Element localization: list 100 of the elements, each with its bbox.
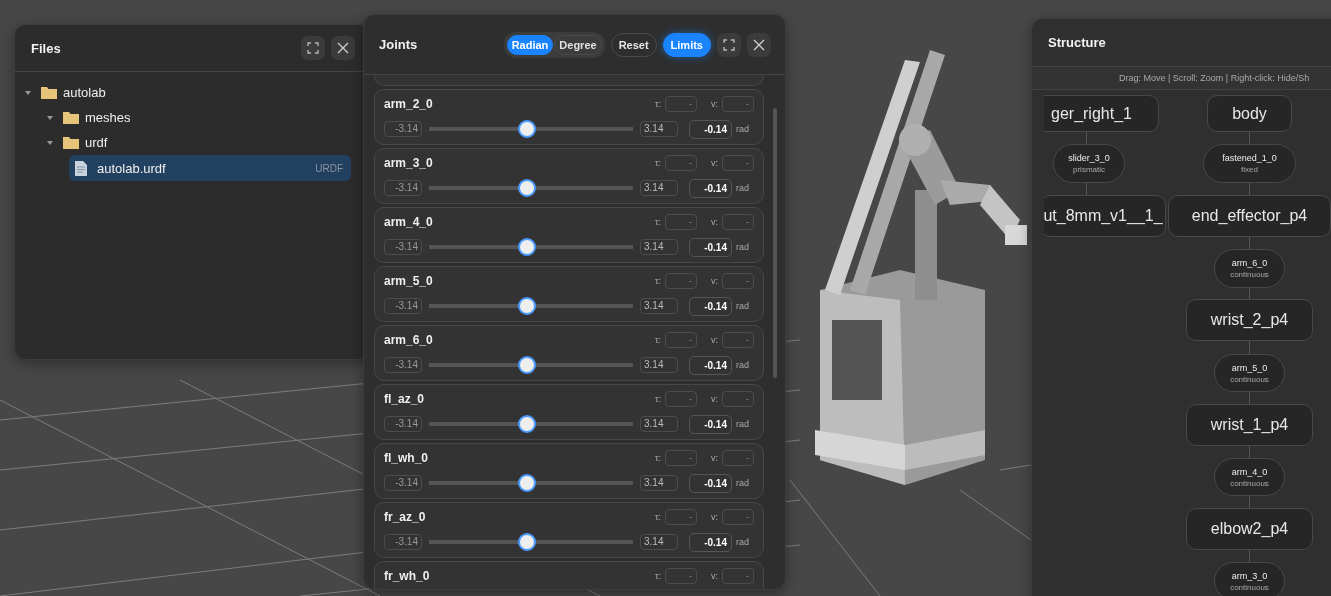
hint-text: Drag: Move | Scroll: Zoom | Right-click: Hide/Sh xyxy=(1032,67,1331,90)
max-limit-field[interactable]: 3.14 xyxy=(640,475,678,491)
max-limit-field[interactable]: 3.14 xyxy=(640,357,678,373)
value-field[interactable]: -0.14 xyxy=(689,355,732,375)
tree-item[interactable]: meshes xyxy=(47,105,351,130)
min-limit-field[interactable]: -3.14 xyxy=(384,298,422,314)
unit-label: rad xyxy=(736,478,749,488)
joint-name: fl_az_0 xyxy=(384,392,425,406)
close-button[interactable] xyxy=(747,32,771,57)
caret-icon xyxy=(47,139,53,146)
folder-icon xyxy=(63,136,79,149)
joint-type: continuous xyxy=(1230,374,1269,384)
max-limit-field[interactable]: 3.14 xyxy=(640,534,678,550)
link-node[interactable]: ger_right_1 xyxy=(1044,95,1159,132)
effort-label: τ: xyxy=(654,99,661,109)
value-field[interactable]: -0.14 xyxy=(689,119,732,139)
effort-label: τ: xyxy=(654,394,661,404)
joint-node-name: arm_5_0 xyxy=(1231,362,1268,373)
max-limit-field[interactable]: 3.14 xyxy=(640,121,678,137)
joint-name: arm_3_0 xyxy=(384,156,433,170)
close-button[interactable] xyxy=(331,36,355,60)
velocity-label: v: xyxy=(711,158,718,168)
joint-name: arm_6_0 xyxy=(384,333,433,347)
slider-thumb[interactable] xyxy=(518,415,537,433)
joint-type: continuous xyxy=(1230,270,1269,279)
joint-name: fl_wh_0 xyxy=(384,451,428,465)
joint-node[interactable]: fastened_1_0 fixed xyxy=(1203,144,1296,183)
min-limit-field[interactable]: -3.14 xyxy=(384,180,422,196)
expand-icon xyxy=(723,38,735,51)
maximize-button[interactable] xyxy=(717,32,741,57)
slider-thumb[interactable] xyxy=(518,474,537,492)
min-limit-field[interactable]: -3.14 xyxy=(384,357,422,373)
joint-node[interactable]: arm_6_0 continuous xyxy=(1214,249,1285,288)
value-field[interactable]: -0.14 xyxy=(689,237,732,257)
unit-label: rad xyxy=(736,419,749,429)
slider-thumb[interactable] xyxy=(518,238,537,256)
velocity-field: - xyxy=(722,155,754,171)
panel-title: Joints xyxy=(379,37,418,52)
min-limit-field[interactable]: -3.14 xyxy=(384,121,422,137)
folder-icon xyxy=(63,111,79,124)
effort-label: τ: xyxy=(654,335,661,345)
effort-label: τ: xyxy=(654,276,661,286)
value-field[interactable]: -0.14 xyxy=(689,532,732,552)
velocity-field: - xyxy=(722,568,754,584)
velocity-field: - xyxy=(722,214,754,230)
joint-node[interactable]: arm_5_0 continuous xyxy=(1214,354,1285,392)
unit-label: rad xyxy=(736,242,749,252)
slider-thumb[interactable] xyxy=(518,179,537,197)
slider-thumb[interactable] xyxy=(518,297,537,315)
velocity-field: - xyxy=(722,391,754,407)
value-field[interactable]: -0.14 xyxy=(689,178,732,198)
toolbar-button[interactable]: Limits xyxy=(662,32,711,57)
min-limit-field[interactable]: -3.14 xyxy=(384,416,422,432)
scrollbar-thumb[interactable] xyxy=(773,108,777,378)
unit-label: rad xyxy=(736,301,749,311)
link-node[interactable]: elbow2_p4 xyxy=(1186,508,1313,550)
velocity-label: v: xyxy=(711,394,718,404)
slider-thumb[interactable] xyxy=(518,356,537,374)
folder-icon xyxy=(41,86,57,99)
value-field[interactable]: -0.14 xyxy=(689,473,732,493)
slider-thumb[interactable] xyxy=(518,533,537,551)
velocity-label: v: xyxy=(711,453,718,463)
velocity-label: v: xyxy=(711,217,718,227)
joint-node[interactable]: arm_3_0 continuous xyxy=(1214,562,1285,596)
velocity-label: v: xyxy=(711,512,718,522)
effort-label: τ: xyxy=(654,571,661,581)
tree-item[interactable]: urdf xyxy=(47,130,351,155)
joint-name: fr_wh_0 xyxy=(384,569,430,583)
link-node[interactable]: end_effector_p4 xyxy=(1168,195,1331,237)
joint-name: arm_5_0 xyxy=(384,274,433,288)
tree-label: meshes xyxy=(85,110,131,125)
effort-field: - xyxy=(665,450,697,466)
max-limit-field[interactable]: 3.14 xyxy=(640,416,678,432)
link-node[interactable]: ut_8mm_v1__1_ xyxy=(1044,195,1166,237)
min-limit-field[interactable]: -3.14 xyxy=(384,534,422,550)
velocity-field: - xyxy=(722,96,754,112)
effort-label: τ: xyxy=(654,453,661,463)
max-limit-field[interactable]: 3.14 xyxy=(640,239,678,255)
joint-node[interactable]: arm_4_0 continuous xyxy=(1214,458,1285,496)
slider-thumb[interactable] xyxy=(518,120,537,138)
effort-label: τ: xyxy=(654,158,661,168)
tree-item[interactable]: autolab xyxy=(25,80,351,105)
unit-option[interactable]: Radian xyxy=(506,34,554,55)
value-field[interactable]: -0.14 xyxy=(689,296,732,316)
tree-label: autolab xyxy=(63,85,106,100)
link-node[interactable]: body xyxy=(1207,95,1292,132)
joint-type: fixed xyxy=(1241,165,1258,174)
min-limit-field[interactable]: -3.14 xyxy=(384,239,422,255)
tree-item[interactable]: autolab.urdf URDF xyxy=(69,155,351,181)
expand-icon xyxy=(307,42,319,54)
joint-node[interactable]: slider_3_0 prismatic xyxy=(1053,144,1125,183)
min-limit-field[interactable]: -3.14 xyxy=(384,475,422,491)
max-limit-field[interactable]: 3.14 xyxy=(640,298,678,314)
joint-node-name: slider_3_0 xyxy=(1068,153,1110,163)
value-field[interactable]: -0.14 xyxy=(689,414,732,434)
link-node[interactable]: wrist_1_p4 xyxy=(1186,404,1313,446)
max-limit-field[interactable]: 3.14 xyxy=(640,180,678,196)
link-node[interactable]: wrist_2_p4 xyxy=(1186,299,1313,341)
unit-label: rad xyxy=(736,183,749,193)
maximize-button[interactable] xyxy=(301,36,325,60)
